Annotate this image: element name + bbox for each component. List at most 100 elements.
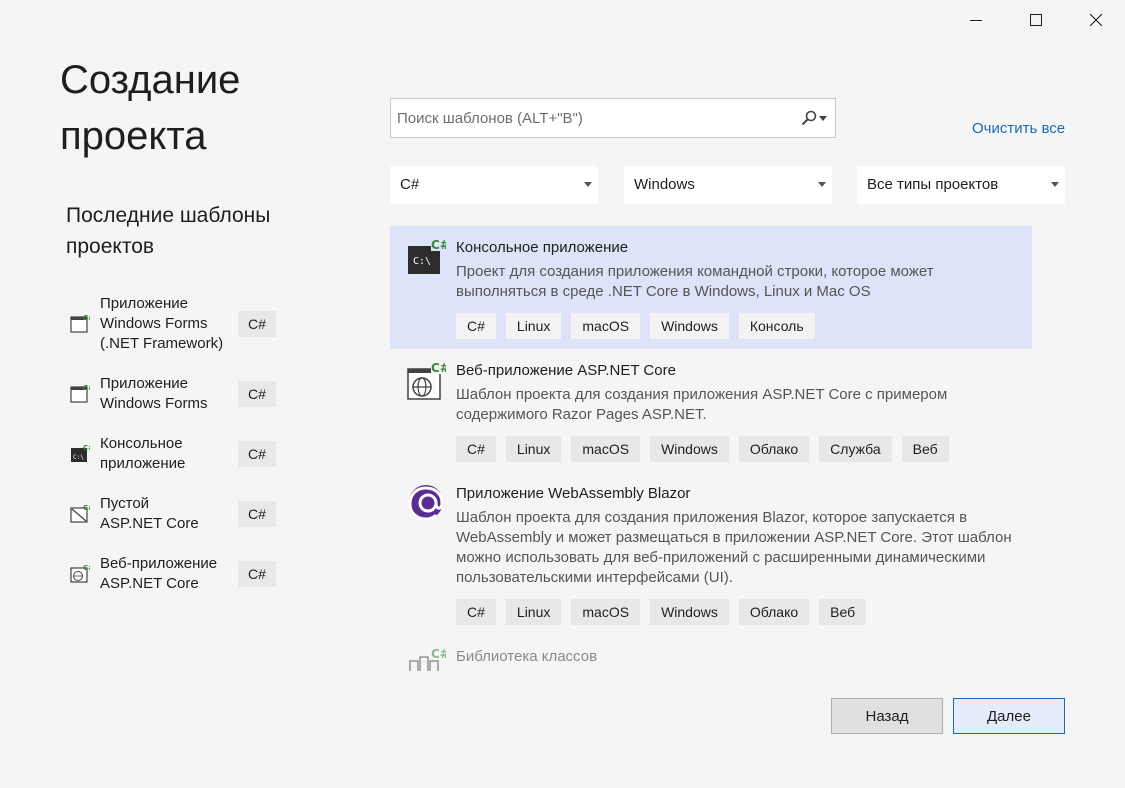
template-description-line: содержимого Razor Pages ASP.NET. bbox=[456, 406, 707, 423]
tag: Облако bbox=[738, 599, 810, 625]
recent-item-label-line2: приложение bbox=[100, 455, 186, 472]
svg-text:C#: C# bbox=[83, 314, 90, 322]
platform-filter-dropdown[interactable]: Windows bbox=[624, 166, 832, 204]
recent-item-label-line3: (.NET Framework) bbox=[100, 335, 224, 352]
tag: Windows bbox=[650, 436, 729, 462]
svg-text:C:\: C:\ bbox=[73, 454, 84, 461]
template-blazor-webassembly[interactable]: Приложение WebAssembly Blazor Шаблон про… bbox=[390, 472, 1032, 635]
tag: macOS bbox=[571, 436, 641, 462]
recent-item-lang-badge: C# bbox=[238, 561, 276, 587]
recent-item-label-line2: Windows Forms bbox=[100, 395, 208, 412]
template-tags: C# Linux macOS Windows Консоль bbox=[456, 313, 815, 339]
maximize-button[interactable] bbox=[1006, 0, 1066, 40]
svg-text:C:\: C:\ bbox=[413, 256, 431, 267]
recent-item-label-line1: Пустой bbox=[100, 495, 150, 512]
tag: macOS bbox=[571, 313, 641, 339]
template-description-line: Шаблон проекта для создания приложения B… bbox=[456, 509, 968, 526]
recent-item-label-line1: Приложение bbox=[100, 375, 188, 392]
chevron-down-icon bbox=[1051, 182, 1059, 187]
tag: C# bbox=[456, 599, 496, 625]
close-button[interactable] bbox=[1066, 0, 1125, 40]
recent-item-empty-aspnet[interactable]: C# Пустой ASP.NET Core C# bbox=[66, 494, 286, 550]
web-app-icon: C# bbox=[407, 361, 446, 400]
recent-item-label-line1: Приложение bbox=[100, 295, 188, 312]
template-tags: C# Linux macOS Windows Облако Веб bbox=[456, 599, 867, 625]
svg-text:C#: C# bbox=[83, 504, 90, 512]
next-button[interactable]: Далее bbox=[953, 698, 1065, 734]
recent-item-windows-forms[interactable]: C# Приложение Windows Forms C# bbox=[66, 374, 286, 430]
template-title: Библиотека классов bbox=[456, 648, 598, 665]
template-title: Веб-приложение ASP.NET Core bbox=[456, 362, 676, 379]
tag: Windows bbox=[650, 599, 729, 625]
template-class-library[interactable]: C# Библиотека классов bbox=[390, 635, 1032, 671]
console-app-icon: C:\ C# bbox=[71, 444, 90, 462]
console-app-icon: C:\ C# bbox=[408, 238, 446, 274]
template-title: Приложение WebAssembly Blazor bbox=[456, 485, 691, 502]
blazor-icon bbox=[408, 485, 444, 521]
page-title: Создание проекта bbox=[60, 52, 360, 164]
chevron-down-icon[interactable] bbox=[819, 116, 827, 121]
svg-text:C#: C# bbox=[431, 647, 446, 661]
recent-item-lang-badge: C# bbox=[238, 311, 276, 337]
project-type-filter-value: Все типы проектов bbox=[867, 176, 999, 193]
tag: C# bbox=[456, 313, 496, 339]
recent-item-label-line2: Windows Forms bbox=[100, 315, 208, 332]
recent-item-label-line1: Веб-приложение bbox=[100, 555, 218, 572]
template-tags: C# Linux macOS Windows Облако Служба Веб bbox=[456, 436, 949, 462]
recent-item-lang-badge: C# bbox=[238, 501, 276, 527]
tag: macOS bbox=[571, 599, 641, 625]
page-title-line1: Создание bbox=[60, 58, 241, 102]
class-library-icon: C# bbox=[409, 647, 446, 671]
template-description: Проект для создания приложения командной… bbox=[456, 262, 1016, 302]
template-description-line: WebAssembly и может размещаться в прилож… bbox=[456, 529, 1012, 546]
recent-item-web-app-aspnet[interactable]: C# Веб-приложение ASP.NET Core C# bbox=[66, 554, 286, 610]
template-list[interactable]: C:\ C# Консольное приложение Проект для … bbox=[390, 226, 1032, 671]
recent-item-windows-forms-framework[interactable]: C# Приложение Windows Forms (.NET Framew… bbox=[66, 294, 286, 352]
recent-heading-line1: Последние шаблоны bbox=[66, 204, 271, 227]
recent-item-lang-badge: C# bbox=[238, 381, 276, 407]
template-description-line: Проект для создания приложения командной… bbox=[456, 263, 934, 280]
web-app-icon: C# bbox=[70, 564, 90, 583]
recent-item-label-line2: ASP.NET Core bbox=[100, 575, 199, 592]
tag: Веб bbox=[901, 436, 949, 462]
template-search-input[interactable] bbox=[397, 99, 787, 137]
windows-forms-icon: C# bbox=[70, 384, 90, 403]
svg-text:C#: C# bbox=[83, 444, 90, 452]
tag: Linux bbox=[505, 313, 562, 339]
project-type-filter-dropdown[interactable]: Все типы проектов bbox=[857, 166, 1065, 204]
tag: Облако bbox=[738, 436, 810, 462]
svg-text:C#: C# bbox=[431, 361, 446, 375]
close-icon bbox=[1090, 14, 1102, 26]
page-title-line2: проекта bbox=[60, 114, 207, 158]
back-button[interactable]: Назад bbox=[831, 698, 943, 734]
chevron-down-icon bbox=[818, 182, 826, 187]
template-web-app-aspnet[interactable]: C# Веб-приложение ASP.NET Core Шаблон пр… bbox=[390, 349, 1032, 472]
clear-all-link[interactable]: Очистить все bbox=[972, 120, 1065, 137]
language-filter-value: C# bbox=[400, 176, 420, 193]
template-description-line: выполняться в среде .NET Core в Windows,… bbox=[456, 283, 871, 300]
template-console-app[interactable]: C:\ C# Консольное приложение Проект для … bbox=[390, 226, 1032, 349]
template-description-line: Шаблон проекта для создания приложения A… bbox=[456, 386, 948, 403]
svg-text:C#: C# bbox=[83, 564, 90, 572]
tag: Linux bbox=[505, 599, 562, 625]
empty-aspnet-icon: C# bbox=[70, 504, 90, 523]
template-description-line: можно использовать для веб-приложений с … bbox=[456, 549, 986, 566]
recent-item-console-app[interactable]: C:\ C# Консольное приложение C# bbox=[66, 434, 286, 490]
template-description: Шаблон проекта для создания приложения B… bbox=[456, 508, 1016, 588]
chevron-down-icon bbox=[584, 182, 592, 187]
recent-templates-heading: Последние шаблоны проектов bbox=[66, 200, 356, 262]
template-search-box[interactable] bbox=[390, 98, 836, 138]
minimize-button[interactable] bbox=[946, 0, 1006, 40]
tag: Linux bbox=[505, 436, 562, 462]
language-filter-dropdown[interactable]: C# bbox=[390, 166, 598, 204]
svg-text:C#: C# bbox=[431, 238, 446, 252]
search-icon[interactable] bbox=[801, 110, 817, 126]
platform-filter-value: Windows bbox=[634, 176, 695, 193]
recent-item-label-line2: ASP.NET Core bbox=[100, 515, 199, 532]
recent-item-lang-badge: C# bbox=[238, 441, 276, 467]
tag: C# bbox=[456, 436, 496, 462]
maximize-icon bbox=[1030, 14, 1042, 26]
recent-item-label-line1: Консольное bbox=[100, 435, 183, 452]
template-title: Консольное приложение bbox=[456, 239, 629, 256]
tag: Консоль bbox=[738, 313, 815, 339]
